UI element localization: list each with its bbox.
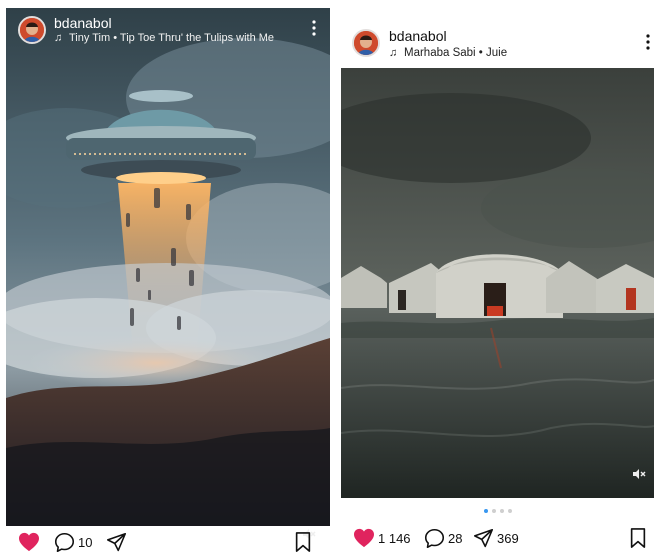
post-image-ufo[interactable] bbox=[6, 8, 330, 526]
more-icon bbox=[312, 20, 316, 36]
more-options-button[interactable] bbox=[312, 20, 316, 36]
avatar[interactable] bbox=[352, 29, 380, 57]
comment-button[interactable]: 28 bbox=[424, 523, 462, 553]
music-note-icon: ♫ bbox=[389, 47, 398, 59]
carousel-dot[interactable] bbox=[507, 509, 512, 513]
username[interactable]: bdanabol bbox=[54, 15, 112, 31]
post-header: bdanabol ♫ Marhaba Sabi • Juie bbox=[341, 22, 654, 62]
avatar-image bbox=[354, 31, 378, 55]
carousel-indicator bbox=[341, 509, 654, 513]
like-button[interactable] bbox=[18, 527, 40, 554]
comment-count: 28 bbox=[448, 530, 463, 546]
comment-count: 10 bbox=[78, 534, 93, 550]
action-bar: 1 146 28 369 bbox=[341, 523, 654, 553]
share-button[interactable] bbox=[106, 527, 127, 554]
share-icon bbox=[106, 532, 127, 551]
carousel-dot[interactable] bbox=[499, 509, 504, 513]
bookmark-icon bbox=[295, 532, 311, 552]
avatar-image bbox=[20, 18, 44, 42]
carousel-dot[interactable] bbox=[491, 509, 496, 513]
username[interactable]: bdanabol bbox=[389, 28, 447, 44]
comment-icon bbox=[54, 532, 75, 552]
music-track: Tiny Tim • Tip Toe Thru' the Tulips with… bbox=[69, 32, 275, 44]
share-count: 369 bbox=[497, 530, 519, 546]
avatar[interactable] bbox=[18, 16, 46, 44]
share-icon bbox=[473, 528, 494, 547]
share-button[interactable]: 369 bbox=[473, 523, 519, 553]
post-card-2: bdanabol ♫ Marhaba Sabi • Juie 1 146 28 … bbox=[341, 0, 654, 554]
music-label[interactable]: ♫ Marhaba Sabi • Juie bbox=[389, 47, 507, 59]
like-button[interactable]: 1 146 bbox=[353, 523, 411, 553]
action-bar: 10 bbox=[6, 527, 330, 554]
heart-filled-icon bbox=[19, 532, 39, 552]
bookmark-icon bbox=[630, 528, 646, 548]
comment-button[interactable]: 10 bbox=[54, 527, 92, 554]
mute-button[interactable] bbox=[632, 468, 646, 480]
more-icon bbox=[646, 34, 650, 50]
heart-filled-icon bbox=[354, 528, 374, 548]
bookmark-button[interactable] bbox=[629, 523, 647, 553]
mute-icon bbox=[633, 469, 646, 479]
more-options-button[interactable] bbox=[646, 34, 650, 50]
music-label[interactable]: ♫ Tiny Tim • Tip Toe Thru' the Tulips wit… bbox=[54, 32, 274, 44]
bookmark-button[interactable] bbox=[294, 527, 312, 554]
music-note-icon: ♫ bbox=[54, 32, 63, 44]
comment-icon bbox=[424, 528, 445, 548]
carousel-dot[interactable] bbox=[483, 509, 488, 513]
post-image-yurts[interactable] bbox=[341, 68, 654, 498]
post-header: bdanabol ♫ Tiny Tim • Tip Toe Thru' the T… bbox=[6, 14, 330, 48]
post-card-1: bdanabol ♫ Tiny Tim • Tip Toe Thru' the T… bbox=[6, 0, 330, 554]
music-track: Marhaba Sabi • Juie bbox=[404, 47, 508, 59]
like-count[interactable]: 1 146 bbox=[378, 531, 411, 546]
